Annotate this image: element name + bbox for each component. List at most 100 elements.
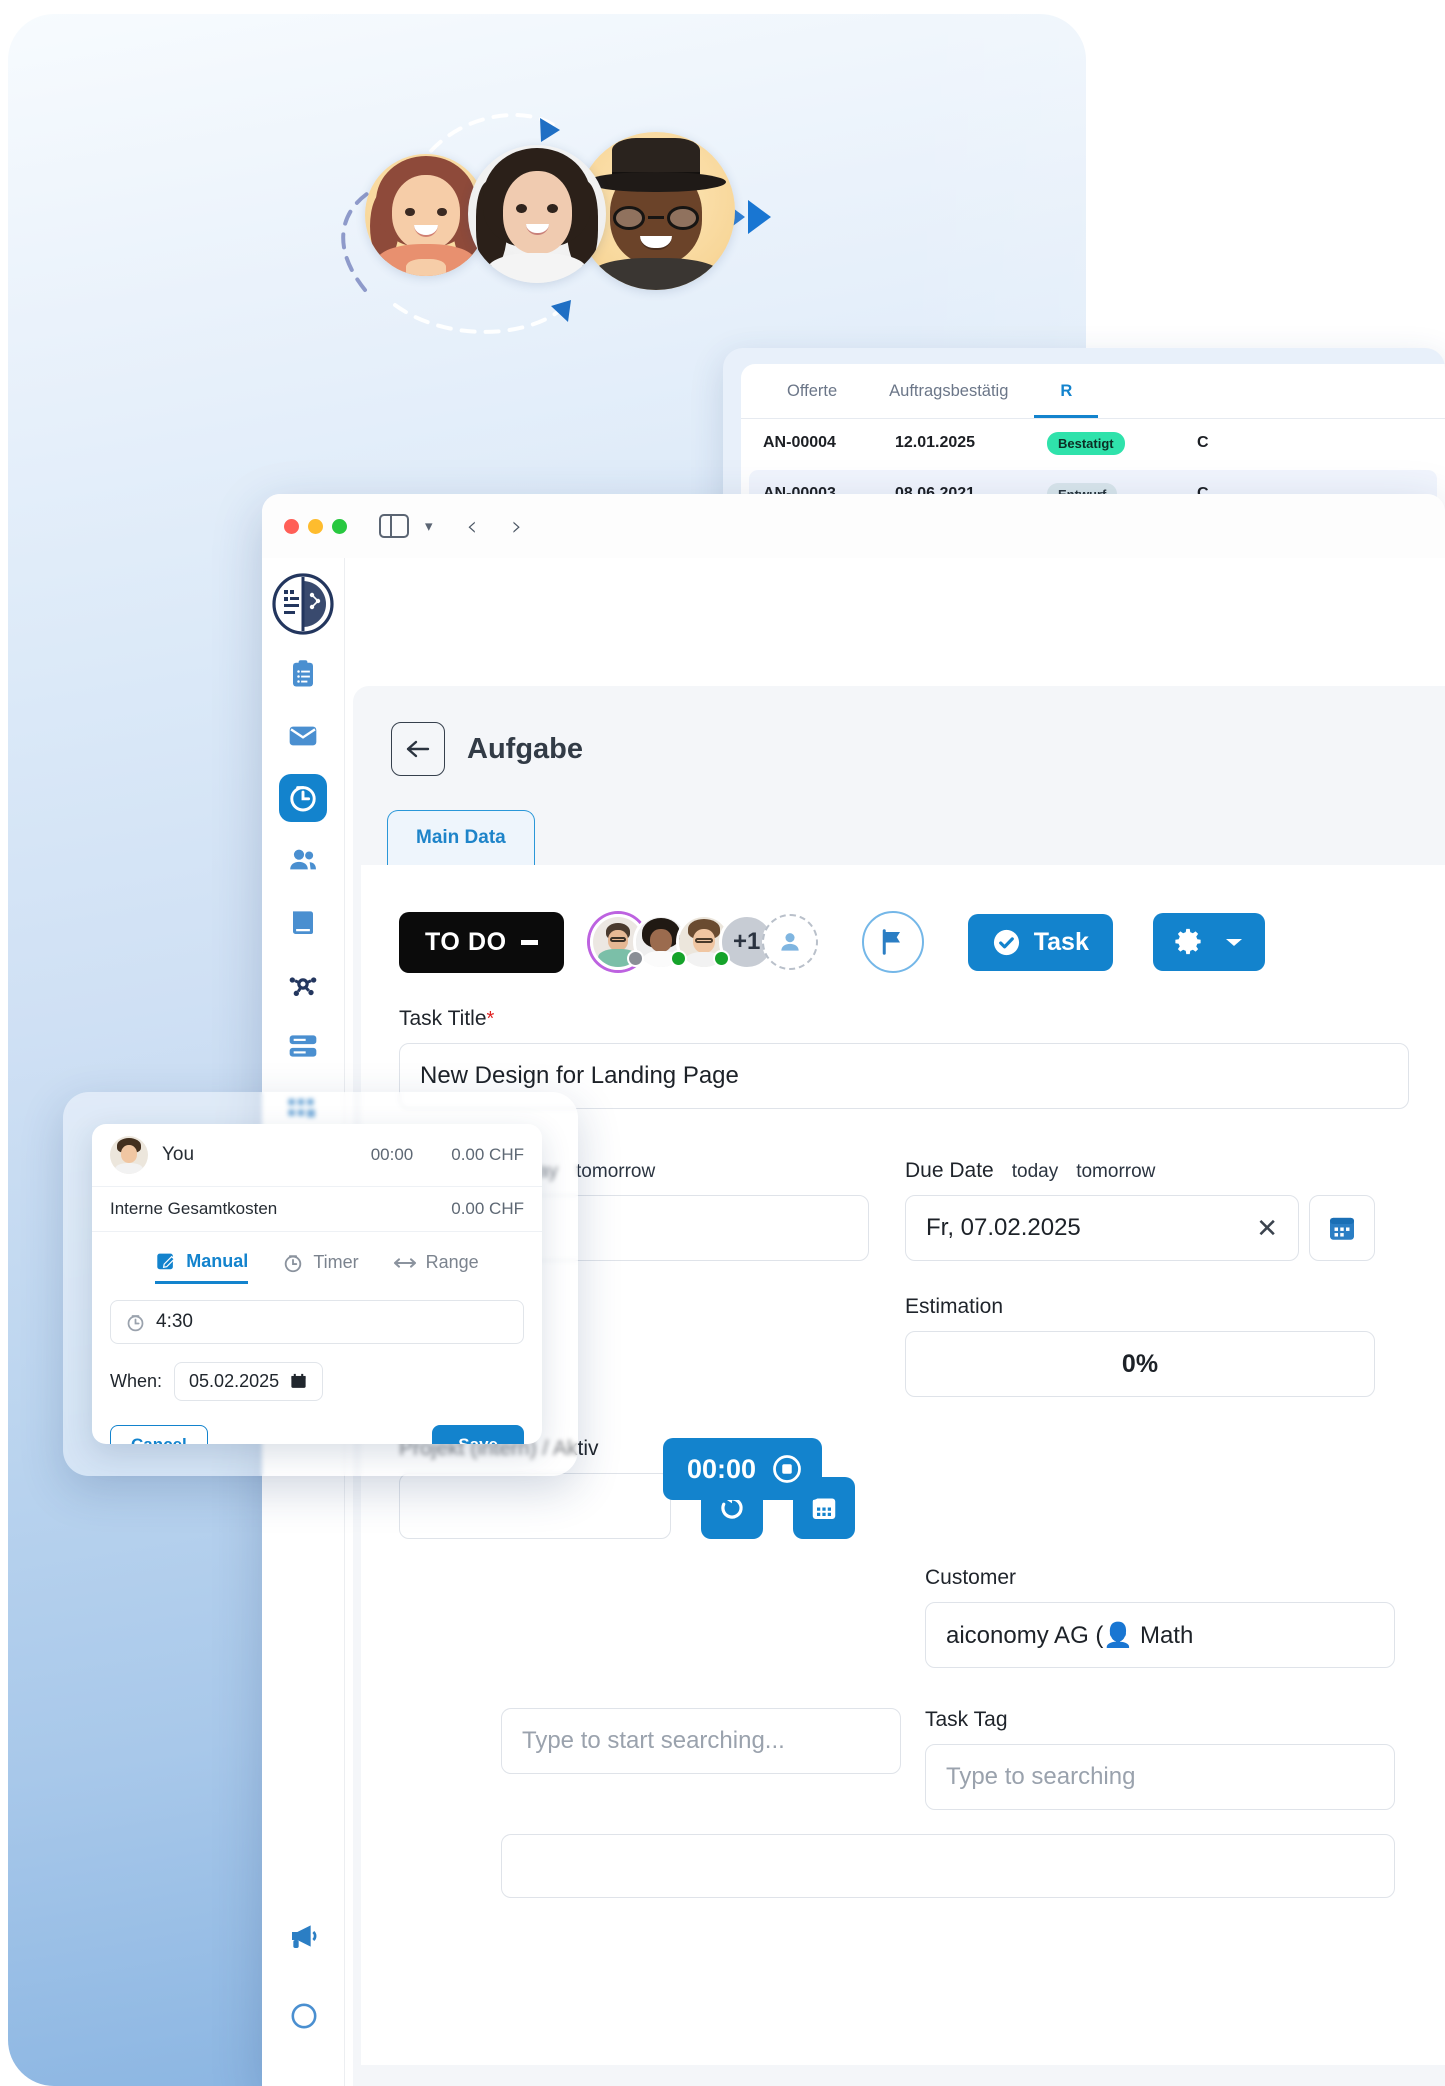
browser-titlebar: ▾ ‹ › — [262, 494, 1445, 558]
play-triangle-2 — [748, 200, 771, 234]
back-icon[interactable]: ‹ — [467, 511, 478, 542]
timer-value: 00:00 — [687, 1453, 757, 1484]
sidebar-item-mail[interactable] — [279, 712, 327, 760]
task-tag-label: Task Tag — [925, 1708, 1008, 1731]
tab-auftragsbestaetigung[interactable]: Auftragsbestätig — [863, 364, 1034, 418]
order-number: AN-00004 — [763, 434, 836, 451]
status-button[interactable]: TO DO — [399, 911, 564, 973]
order-status: Bestatigt — [1047, 431, 1197, 455]
tab-manual[interactable]: Manual — [155, 1250, 249, 1284]
clipboard-icon — [293, 660, 313, 687]
tab-range[interactable]: Range — [393, 1252, 479, 1282]
due-date-label: Due Date — [905, 1159, 994, 1182]
forward-icon[interactable]: › — [511, 511, 522, 542]
tab-rechnung[interactable]: R — [1034, 364, 1099, 418]
cancel-button[interactable]: Cancel — [110, 1425, 208, 1444]
users-icon — [290, 849, 316, 870]
duration-input[interactable]: 4:30 — [110, 1300, 524, 1344]
sidebar-item-network[interactable] — [279, 960, 327, 1008]
settings-button[interactable] — [1152, 913, 1265, 971]
book-icon — [293, 911, 313, 934]
duration-value: 4:30 — [156, 1311, 193, 1332]
order-date: 12.01.2025 — [895, 434, 976, 451]
sidebar-item-book[interactable] — [279, 898, 327, 946]
stopwatch-icon — [285, 1254, 302, 1272]
flag-button[interactable] — [861, 911, 924, 973]
order-tail: C — [1197, 434, 1209, 451]
presence-indicator — [626, 950, 644, 967]
presence-indicator — [669, 950, 687, 967]
required-marker: * — [486, 1008, 495, 1030]
tab-manual-label: Manual — [186, 1250, 249, 1271]
chevron-down-icon[interactable]: ▾ — [425, 517, 433, 535]
add-user-icon — [781, 933, 799, 951]
search-input[interactable]: Type to start searching... — [501, 1708, 901, 1774]
flag-icon — [882, 929, 900, 955]
tab-timer[interactable]: Timer — [282, 1252, 359, 1283]
when-row: When: 05.02.2025 — [110, 1362, 542, 1401]
minimize-dot[interactable] — [308, 518, 323, 534]
page-header: Aufgabe — [353, 686, 1445, 776]
tab-offerte[interactable]: Offerte — [761, 364, 863, 418]
time-tracking-icon — [290, 786, 316, 812]
add-user-button[interactable] — [761, 914, 818, 970]
customer-input[interactable]: aiconomy AG (👤 Math — [925, 1602, 1395, 1668]
tab-main-data[interactable]: Main Data — [387, 810, 535, 865]
task-tag-input[interactable]: Type to searching — [925, 1744, 1395, 1810]
sidebar-item-users[interactable] — [279, 836, 327, 884]
time-popup-tabs: Manual Timer Range — [92, 1232, 542, 1284]
task-title-label: Task Title* — [399, 1007, 495, 1030]
due-date-calendar-button[interactable] — [1309, 1195, 1375, 1261]
calendar-icon — [1330, 1217, 1354, 1240]
time-popup-cost-row: Interne Gesamtkosten 0.00 CHF — [92, 1187, 542, 1232]
tab-range-label: Range — [425, 1252, 479, 1272]
sidebar-toggle-icon[interactable] — [379, 514, 409, 538]
screenshot-canvas: Offerte Auftragsbestätig R AN-00004 12.0… — [0, 0, 1445, 2086]
pencil-square-icon — [157, 1253, 176, 1270]
sidebar-item-announcements[interactable] — [280, 1912, 328, 1960]
due-date-header: Due Date today tomorrow — [905, 1159, 1375, 1183]
maximize-dot[interactable] — [332, 518, 347, 534]
estimation-input[interactable]: 0% — [905, 1331, 1375, 1397]
task-button[interactable]: Task — [967, 913, 1113, 971]
table-row[interactable]: AN-00004 12.01.2025 Bestatigt C — [741, 419, 1445, 467]
network-icon — [289, 977, 317, 996]
time-popup-user-time: 00:00 — [370, 1145, 414, 1164]
due-date-row: Fr, 07.02.2025 ✕ — [905, 1195, 1375, 1261]
arrows-horizontal-icon — [393, 1257, 416, 1268]
due-date-input[interactable]: Fr, 07.02.2025 ✕ — [905, 1195, 1299, 1261]
save-button[interactable]: Save — [432, 1425, 524, 1444]
avatar — [110, 1136, 148, 1174]
orders-tabs: Offerte Auftragsbestätig R — [741, 364, 1445, 418]
start-date-tomorrow[interactable]: tomorrow — [576, 1161, 655, 1183]
due-date-tomorrow[interactable]: tomorrow — [1076, 1161, 1155, 1183]
timer-pill[interactable]: 00:00 — [663, 1438, 823, 1500]
help-icon — [291, 2003, 316, 2029]
estimation-field: Estimation 0% — [905, 1295, 1375, 1397]
time-popup-user-row: You 00:00 0.00 CHF — [92, 1124, 542, 1187]
back-button[interactable] — [391, 722, 445, 776]
sidebar-item-clipboard[interactable] — [279, 650, 327, 698]
gear-icon — [1175, 928, 1201, 955]
customer-label: Customer — [925, 1566, 1017, 1589]
estimation-label: Estimation — [905, 1295, 1004, 1318]
mail-icon — [289, 726, 317, 746]
when-date-input[interactable]: 05.02.2025 — [174, 1362, 324, 1401]
time-popup-cost-label: Interne Gesamtkosten — [110, 1199, 278, 1218]
assignee-avatars[interactable]: +1 — [589, 914, 818, 970]
due-date-today[interactable]: today — [1012, 1161, 1058, 1183]
stopwatch-icon — [127, 1314, 144, 1331]
tab-bar: Main Data — [387, 810, 1445, 865]
sidebar-item-time-tracking[interactable] — [279, 774, 327, 822]
close-dot[interactable] — [284, 518, 299, 534]
close-icon[interactable]: ✕ — [1256, 1213, 1278, 1244]
sidebar-item-server[interactable] — [279, 1022, 327, 1070]
search-field: Type to start searching... — [501, 1708, 901, 1774]
project-input[interactable] — [399, 1473, 671, 1539]
sidebar-item-help[interactable] — [280, 1992, 328, 2040]
traffic-lights — [284, 518, 347, 534]
app-logo[interactable] — [271, 572, 335, 636]
time-popup-footer: Cancel Save — [110, 1425, 524, 1444]
bottom-toolbar[interactable] — [501, 1834, 1395, 1898]
customer-field: Customer aiconomy AG (👤 Math — [925, 1566, 1395, 1668]
